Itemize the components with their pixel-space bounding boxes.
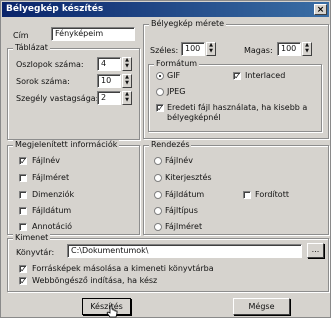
sorok-input[interactable]: 10 xyxy=(97,74,121,88)
eredeti-label-line2: bélyegképnél xyxy=(167,113,221,122)
close-button[interactable]: × xyxy=(314,4,327,15)
info-annotacio-checkbox[interactable] xyxy=(19,223,27,231)
oszlopok-input[interactable]: 4 xyxy=(97,57,121,71)
oszlopok-spinner[interactable]: ▲ ▼ xyxy=(122,57,132,71)
rendezes-title: Rendezés xyxy=(149,140,192,150)
gif-label: GIF xyxy=(167,71,181,80)
info-item-label: Annotáció xyxy=(32,222,73,231)
cim-input[interactable]: Fényképeim xyxy=(51,27,135,41)
bongeszo-checkbox[interactable]: ✓ xyxy=(19,277,27,286)
rendezes-fajlmeret-radio[interactable] xyxy=(154,223,162,231)
info-fajlnev-checkbox[interactable]: ✓ xyxy=(19,157,27,166)
info-fajlmeret-checkbox[interactable] xyxy=(19,174,27,182)
info-item-label: Fájldátum xyxy=(32,206,72,215)
jpeg-label: JPEG xyxy=(167,87,186,96)
szeles-label: Széles: xyxy=(150,46,179,55)
cim-label: Cím xyxy=(13,31,29,40)
magas-spinner[interactable]: ▲ ▼ xyxy=(302,42,312,56)
oszlopok-label: Oszlopok száma: xyxy=(16,60,84,69)
rendezes-fajlnev-radio[interactable] xyxy=(154,157,162,165)
hand-cursor-icon xyxy=(106,305,118,318)
rendezes-item-label: Fájlnév xyxy=(165,156,193,165)
info-title: Megjelenített információk xyxy=(13,140,120,150)
kimenet-title: Kimenet xyxy=(13,233,51,243)
rendezes-item-label: Fájldátum xyxy=(165,190,205,199)
info-fajldatum-checkbox[interactable] xyxy=(19,207,27,215)
sorok-label: Sorok száma: xyxy=(16,77,70,86)
forditott-label: Fordított xyxy=(255,190,289,199)
rendezes-item-label: Kiterjesztés xyxy=(165,173,212,182)
info-item-label: Fájlnév xyxy=(32,156,60,165)
title-bar[interactable]: Bélyegkép készítés × xyxy=(2,2,329,17)
bongeszo-label: Webböngésző indítása, ha kész xyxy=(32,276,158,285)
konyvtar-label: Könyvtár: xyxy=(16,248,55,257)
spin-down-icon[interactable]: ▼ xyxy=(207,49,215,55)
info-dimenziok-checkbox[interactable] xyxy=(19,191,27,199)
interlaced-checkbox[interactable]: ✓ xyxy=(233,72,241,81)
spin-down-icon[interactable]: ▼ xyxy=(123,81,131,87)
spin-down-icon[interactable]: ▼ xyxy=(303,49,311,55)
rendezes-fajltipus-radio[interactable] xyxy=(154,207,162,215)
window-title: Bélyegkép készítés xyxy=(6,4,104,14)
jpeg-radio[interactable] xyxy=(156,88,164,96)
magas-input[interactable]: 100 xyxy=(277,42,301,56)
masolas-checkbox[interactable]: ✓ xyxy=(19,265,27,274)
konyvtar-input[interactable]: C:\Dokumentumok\ xyxy=(67,244,302,258)
szeles-input[interactable]: 100 xyxy=(181,42,205,56)
forditott-checkbox[interactable] xyxy=(243,191,251,199)
info-item-label: Fájlméret xyxy=(32,173,70,182)
szegely-input[interactable]: 2 xyxy=(97,91,121,105)
eredeti-label-line1: Eredeti fájl használata, ha kisebb a xyxy=(167,103,308,112)
masolas-label: Forrásképek másolása a kimeneti könyvtár… xyxy=(32,264,214,273)
rendezes-kiterjesztes-radio[interactable] xyxy=(154,174,162,182)
sorok-spinner[interactable]: ▲ ▼ xyxy=(122,74,132,88)
browse-button[interactable]: ... xyxy=(307,243,324,258)
formatum-title: Formátum xyxy=(154,59,200,69)
rendezes-fajldatum-radio[interactable] xyxy=(154,191,162,199)
gif-radio[interactable] xyxy=(156,72,164,80)
megse-button[interactable]: Mégse xyxy=(233,298,290,315)
dialog-window: Bélyegkép készítés × Cím Fényképeim Tábl… xyxy=(0,0,331,318)
spin-down-icon[interactable]: ▼ xyxy=(123,64,131,70)
szeles-spinner[interactable]: ▲ ▼ xyxy=(206,42,216,56)
info-item-label: Dimenziók xyxy=(32,190,75,199)
magas-label: Magas: xyxy=(244,46,273,55)
meret-title: Bélyegkép mérete xyxy=(149,19,227,29)
szegely-spinner[interactable]: ▲ ▼ xyxy=(122,91,132,105)
szegely-label: Szegély vastagsága: xyxy=(16,94,99,103)
spin-down-icon[interactable]: ▼ xyxy=(123,98,131,104)
tablazat-title: Táblázat xyxy=(13,43,50,53)
rendezes-item-label: Fájlméret xyxy=(165,222,203,231)
interlaced-label: Interlaced xyxy=(245,71,286,80)
rendezes-item-label: Fájltípus xyxy=(165,206,198,215)
eredeti-checkbox[interactable]: ✓ xyxy=(156,104,164,113)
